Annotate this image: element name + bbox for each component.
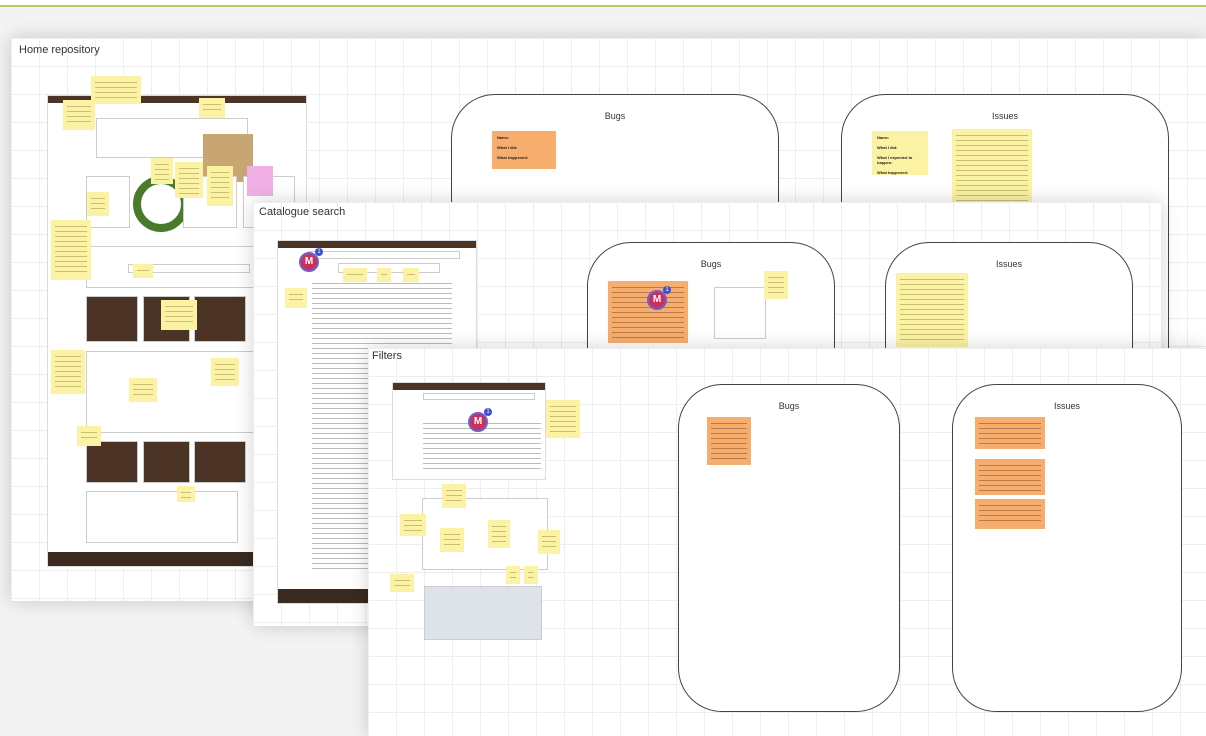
sticky-note[interactable]: [77, 426, 101, 446]
board-title: Home repository: [19, 44, 100, 56]
sticky-note[interactable]: [285, 288, 307, 308]
site-screenshot-filters: [392, 382, 546, 480]
sticky-note[interactable]: [440, 528, 464, 552]
search-bar: [308, 251, 460, 259]
card-3: [194, 296, 246, 342]
sticky-note[interactable]: [63, 100, 95, 130]
sticky-note[interactable]: [442, 484, 466, 508]
sticky-note[interactable]: [129, 378, 157, 402]
issue-note[interactable]: [896, 273, 968, 347]
bug-template-note[interactable]: Name: What I did: What happened:: [492, 131, 556, 169]
frame-title: Issues: [995, 259, 1022, 269]
issue-note[interactable]: [975, 499, 1045, 529]
top-accent-line: [0, 0, 1206, 7]
frame-bugs[interactable]: Bugs: [678, 384, 900, 712]
marker-count-badge: 1: [484, 408, 492, 416]
sticky-note[interactable]: [177, 486, 195, 502]
card-6: [194, 441, 246, 483]
frame-title: Bugs: [604, 111, 626, 121]
board-title: Catalogue search: [259, 206, 346, 218]
sticky-note[interactable]: [538, 530, 560, 554]
site-header: [278, 241, 476, 248]
frame-title: Issues: [991, 111, 1018, 121]
sticky-note[interactable]: [87, 192, 109, 216]
sticky-note[interactable]: [403, 268, 419, 282]
faq-section: [86, 491, 238, 543]
sticky-note[interactable]: [91, 76, 141, 104]
frame-title: Issues: [1053, 401, 1080, 411]
dropdown-screenshot: [714, 287, 766, 339]
marker-count-badge: 1: [315, 248, 323, 256]
sticky-note[interactable]: [488, 520, 510, 548]
issue-template-note[interactable]: Name: What I did: What I expected to hap…: [872, 131, 928, 175]
sticky-note[interactable]: [390, 574, 414, 592]
map-screenshot: [424, 586, 542, 640]
bug-note[interactable]: [707, 417, 751, 465]
board-title: Filters: [372, 350, 402, 362]
frame-title: Bugs: [700, 259, 722, 269]
sticky-note[interactable]: [207, 166, 233, 206]
sticky-note-pink[interactable]: [247, 166, 273, 196]
sticky-note[interactable]: [133, 264, 153, 278]
sticky-note[interactable]: [506, 566, 520, 584]
issue-note[interactable]: [975, 417, 1045, 449]
sticky-note[interactable]: [400, 514, 426, 536]
sticky-note[interactable]: [199, 98, 225, 118]
frame-title: Bugs: [778, 401, 800, 411]
sticky-note[interactable]: [161, 300, 197, 330]
sticky-note[interactable]: [377, 268, 391, 282]
sticky-note[interactable]: [51, 350, 85, 394]
card-1: [86, 296, 138, 342]
sticky-note[interactable]: [151, 158, 173, 184]
site-header: [393, 383, 545, 390]
issue-note[interactable]: [975, 459, 1045, 495]
sticky-note[interactable]: [175, 162, 203, 198]
search-bar: [423, 393, 535, 400]
bug-note[interactable]: [608, 281, 688, 343]
marker-count-badge: 1: [663, 286, 671, 294]
board-filters[interactable]: Filters M 1 Bugs Issues: [368, 348, 1206, 736]
sticky-note[interactable]: [211, 358, 239, 386]
card-5: [143, 441, 190, 483]
card-4: [86, 441, 138, 483]
sticky-note[interactable]: [343, 268, 367, 282]
frame-issues[interactable]: Issues: [952, 384, 1182, 712]
issue-note[interactable]: [952, 129, 1032, 209]
sticky-note[interactable]: [51, 220, 91, 280]
sticky-note[interactable]: [546, 400, 580, 438]
sticky-note[interactable]: [764, 271, 788, 299]
sticky-note[interactable]: [524, 566, 538, 584]
